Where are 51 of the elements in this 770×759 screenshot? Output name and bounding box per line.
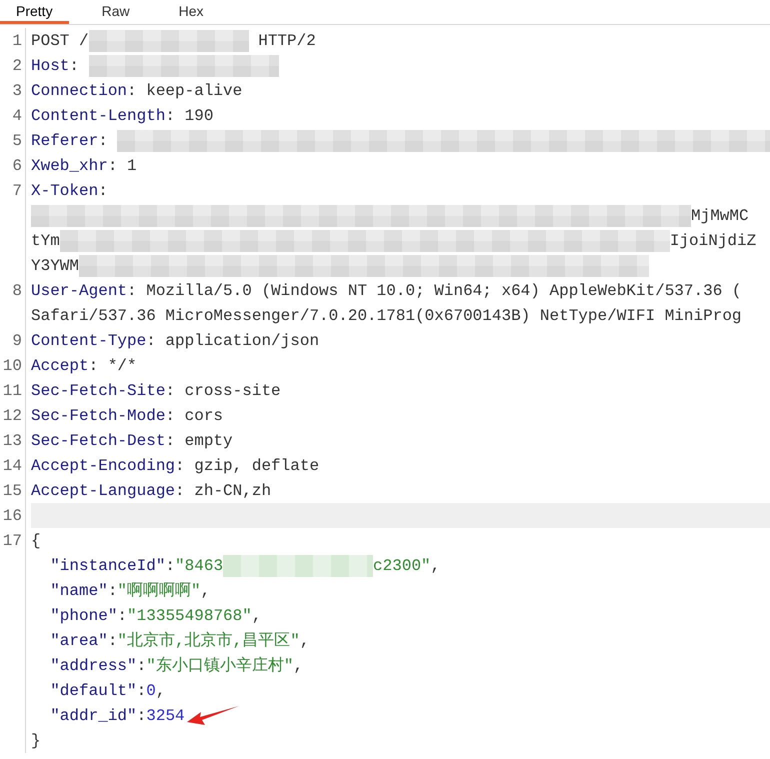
line-number: 4: [12, 106, 22, 124]
line-number: 11: [2, 382, 22, 400]
line-number: 5: [12, 132, 22, 150]
code-text: Content-Length: 190: [31, 106, 214, 124]
code-text: Sec-Fetch-Mode: cors: [31, 406, 224, 424]
code-text: Accept-Encoding: gzip, deflate: [31, 456, 320, 474]
code-text: Accept-Language: zh-CN,zh: [31, 482, 272, 500]
line-number: 7: [12, 182, 22, 200]
line-number: 9: [12, 332, 22, 350]
view-tab[interactable]: Raw: [86, 0, 146, 24]
view-tab[interactable]: Hex: [162, 0, 220, 24]
code-text: IjoiNjdiZ: [670, 232, 756, 250]
code-text: Content-Type: application/json: [31, 332, 320, 350]
line-number: 13: [2, 432, 22, 450]
code-text: "name":"啊啊啊啊",: [49, 581, 210, 601]
code-text: c2300",: [373, 556, 440, 574]
code-text: Connection: keep-alive: [31, 82, 242, 100]
code-text: "address":"东小口镇小辛庄村",: [49, 656, 304, 676]
code-text: Sec-Fetch-Dest: empty: [31, 432, 233, 450]
code-text: HTTP/2: [257, 32, 316, 50]
code-text: Accept: */*: [31, 356, 137, 374]
line-number: 15: [2, 482, 22, 500]
line-number: 8: [12, 282, 22, 300]
line-number: 10: [2, 356, 22, 374]
code-text: MjMwMC: [691, 206, 749, 224]
code-text: POST /: [31, 32, 89, 50]
line-number: 2: [12, 56, 22, 74]
code-text: Xweb_xhr: 1: [31, 156, 137, 174]
code-text: {: [31, 532, 41, 550]
line-number: 12: [2, 406, 22, 424]
code-text: }: [31, 732, 41, 750]
line-number: 17: [2, 532, 22, 550]
code-text: "instanceId":"8463: [49, 556, 224, 574]
code-text: Y3YWM: [31, 256, 80, 274]
code-text: tYm: [31, 232, 60, 250]
code-text: Host:: [31, 56, 80, 74]
code-text: "area":"北京市,北京市,昌平区",: [49, 630, 310, 651]
code-text: Referer:: [31, 132, 109, 150]
line-number: 1: [12, 32, 22, 50]
code-text: Sec-Fetch-Site: cross-site: [31, 382, 281, 400]
code-text: "phone":"13355498768",: [49, 606, 262, 624]
code-text: "default":0,: [49, 682, 166, 700]
line-number: 3: [12, 82, 22, 100]
line-number: 14: [2, 456, 22, 474]
code-text: "addr_id":3254: [49, 706, 185, 724]
code-text: User-Agent: Mozilla/5.0 (Windows NT 10.0; Win64; x64) AppleWebKit/537.36 (: [31, 282, 742, 300]
line-number: 6: [12, 156, 22, 174]
code-text: X-Token:: [31, 182, 108, 200]
line-number: 16: [2, 506, 22, 524]
view-tab[interactable]: Pretty: [0, 0, 69, 24]
code-text: Safari/537.36 MicroMessenger/7.0.20.1781(0x6700143B) NetType/WIFI MiniProg: [31, 306, 742, 324]
